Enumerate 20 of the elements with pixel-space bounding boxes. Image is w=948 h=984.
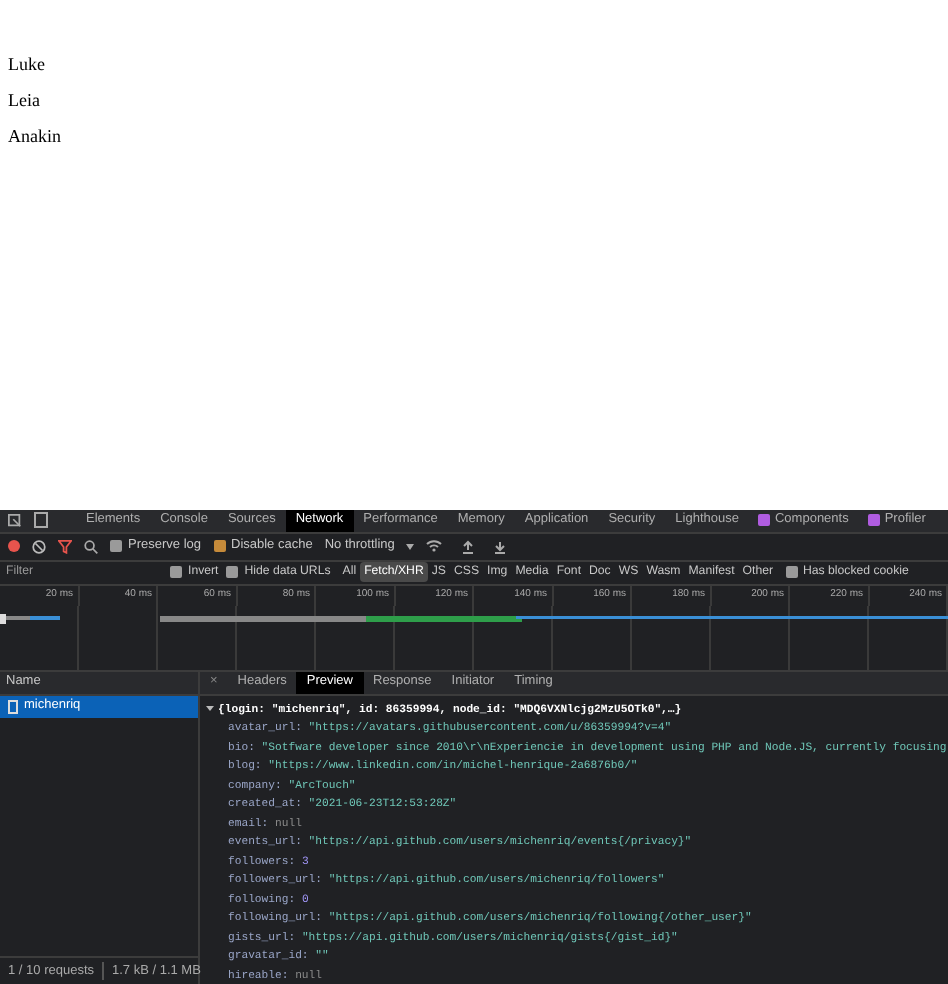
download-icon[interactable]	[494, 539, 507, 553]
caret-icon	[406, 543, 415, 549]
checkbox[interactable]	[226, 565, 239, 578]
filter-icon[interactable]	[58, 539, 72, 553]
checkbox[interactable]	[110, 540, 122, 552]
inspect-icon[interactable]	[8, 513, 22, 527]
name-text: Anakin	[8, 124, 63, 148]
record-icon[interactable]	[8, 540, 20, 552]
expand-caret-icon[interactable]	[206, 704, 214, 713]
wifi-icon[interactable]	[426, 540, 443, 552]
name-text: Luke	[8, 52, 47, 76]
search-icon[interactable]	[84, 539, 98, 553]
checkbox[interactable]	[170, 565, 182, 578]
upload-icon[interactable]	[462, 539, 475, 553]
checkbox[interactable]	[213, 540, 225, 552]
document-icon	[8, 699, 18, 713]
clear-icon[interactable]	[32, 539, 46, 553]
device-icon[interactable]	[34, 512, 48, 528]
name-text: Leia	[8, 88, 42, 112]
checkbox[interactable]	[785, 565, 798, 578]
